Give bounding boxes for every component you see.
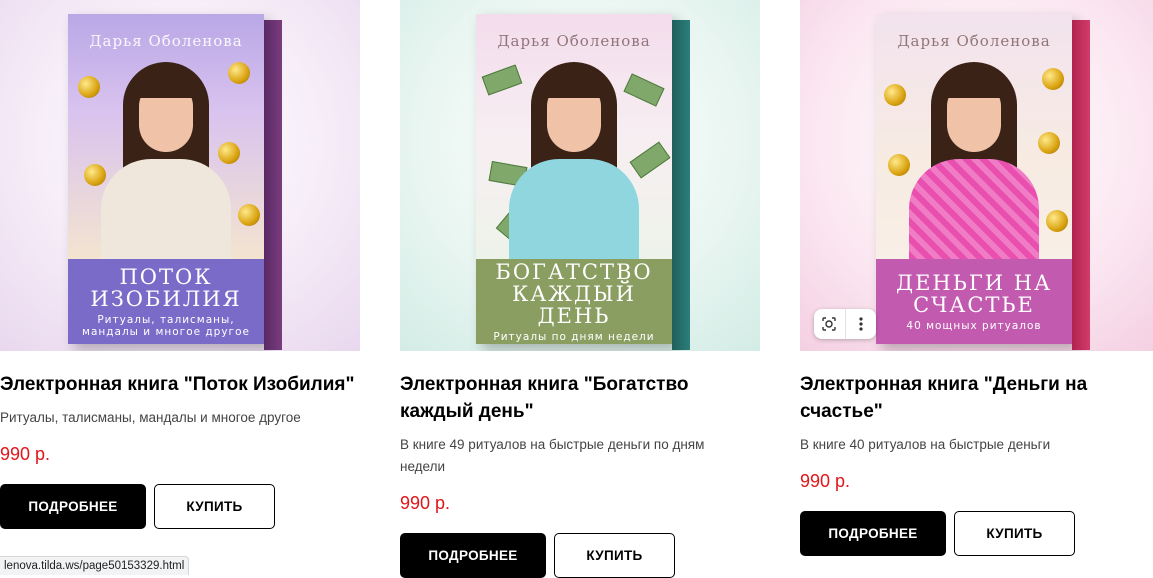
book-title-band: Богатство каждый день Ритуалы по дням не… (476, 259, 672, 344)
book-cover: Дарья Оболенова Деньги на счастье 40 мощ… (876, 14, 1090, 350)
book-spine (1072, 20, 1090, 350)
gold-coin-icon (888, 154, 910, 176)
product-cover-image[interactable]: Дарья Оболенова Деньги на счастье 40 мощ… (800, 0, 1153, 351)
book-art: Дарья Оболенова (68, 14, 264, 259)
camera-lens-icon[interactable] (814, 309, 846, 339)
product-cover-image[interactable]: Дарья Оболенова Поток изобилия Ритуалы, … (0, 0, 360, 351)
book-author: Дарья Оболенова (89, 32, 243, 50)
more-details-button[interactable]: ПОДРОБНЕЕ (800, 511, 946, 556)
buy-button[interactable]: КУПИТЬ (554, 533, 675, 578)
product-price: 990 р. (0, 444, 51, 464)
product-title[interactable]: Электронная книга "Богатство каждый день… (400, 371, 760, 425)
product-card: Дарья Оболенова Деньги на счастье 40 мощ… (800, 0, 1153, 556)
more-details-button[interactable]: ПОДРОБНЕЕ (0, 484, 146, 529)
book-cover-title: Богатство каждый день (495, 259, 653, 328)
product-title[interactable]: Электронная книга "Поток Изобилия" (0, 371, 360, 398)
book-author: Дарья Оболенова (897, 32, 1051, 50)
product-card: Дарья Оболенова Богатство каждый день Ри… (400, 0, 762, 578)
product-description: Ритуалы, талисманы, мандалы и многое дру… (0, 410, 301, 425)
book-title-band: Поток изобилия Ритуалы, талисманы, манда… (68, 259, 264, 344)
product-price: 990 р. (400, 493, 451, 513)
product-actions: ПОДРОБНЕЕ КУПИТЬ (800, 511, 1153, 556)
book-cover-title: Поток изобилия (90, 264, 242, 311)
book-art: Дарья Оболенова (476, 14, 672, 259)
product-card: Дарья Оболенова Поток изобилия Ритуалы, … (0, 0, 362, 529)
book-art: Дарья Оболенова (876, 14, 1072, 259)
book-cover: Дарья Оболенова Богатство каждый день Ри… (476, 14, 690, 350)
product-actions: ПОДРОБНЕЕ КУПИТЬ (400, 533, 762, 578)
book-spine (672, 20, 690, 350)
book-cover-subtitle: Ритуалы, талисманы, мандалы и многое дру… (82, 313, 250, 338)
book-spine (264, 20, 282, 350)
author-photo (509, 54, 639, 259)
image-search-overlay (814, 309, 876, 339)
product-description: В книге 40 ритуалов на быстрые деньги (800, 437, 1051, 452)
author-photo (101, 54, 231, 259)
book-author: Дарья Оболенова (497, 32, 651, 50)
more-details-button[interactable]: ПОДРОБНЕЕ (400, 533, 546, 578)
gold-coin-icon (78, 76, 100, 98)
buy-button[interactable]: КУПИТЬ (954, 511, 1075, 556)
gold-coin-icon (1042, 68, 1064, 90)
book-cover: Дарья Оболенова Поток изобилия Ритуалы, … (68, 14, 282, 350)
gold-coin-icon (1046, 210, 1068, 232)
product-cover-image[interactable]: Дарья Оболенова Богатство каждый день Ри… (400, 0, 760, 351)
gold-coin-icon (884, 84, 906, 106)
book-title-band: Деньги на счастье 40 мощных ритуалов (876, 259, 1072, 344)
product-actions: ПОДРОБНЕЕ КУПИТЬ (0, 484, 362, 529)
more-vertical-icon[interactable] (846, 309, 877, 339)
book-cover-subtitle: 40 мощных ритуалов (906, 319, 1042, 332)
book-cover-subtitle: Ритуалы по дням недели (493, 330, 655, 343)
gold-coin-icon (228, 62, 250, 84)
gold-coin-icon (238, 204, 260, 226)
book-cover-title: Деньги на счастье (896, 270, 1052, 317)
product-price: 990 р. (800, 471, 851, 491)
gold-coin-icon (1038, 132, 1060, 154)
product-title[interactable]: Электронная книга "Деньги на счастье" (800, 371, 1153, 425)
browser-status-url: lenova.tilda.ws/page50153329.html (0, 556, 190, 575)
buy-button[interactable]: КУПИТЬ (154, 484, 275, 529)
product-description: В книге 49 ритуалов на быстрые деньги по… (400, 437, 705, 474)
author-photo (909, 54, 1039, 259)
